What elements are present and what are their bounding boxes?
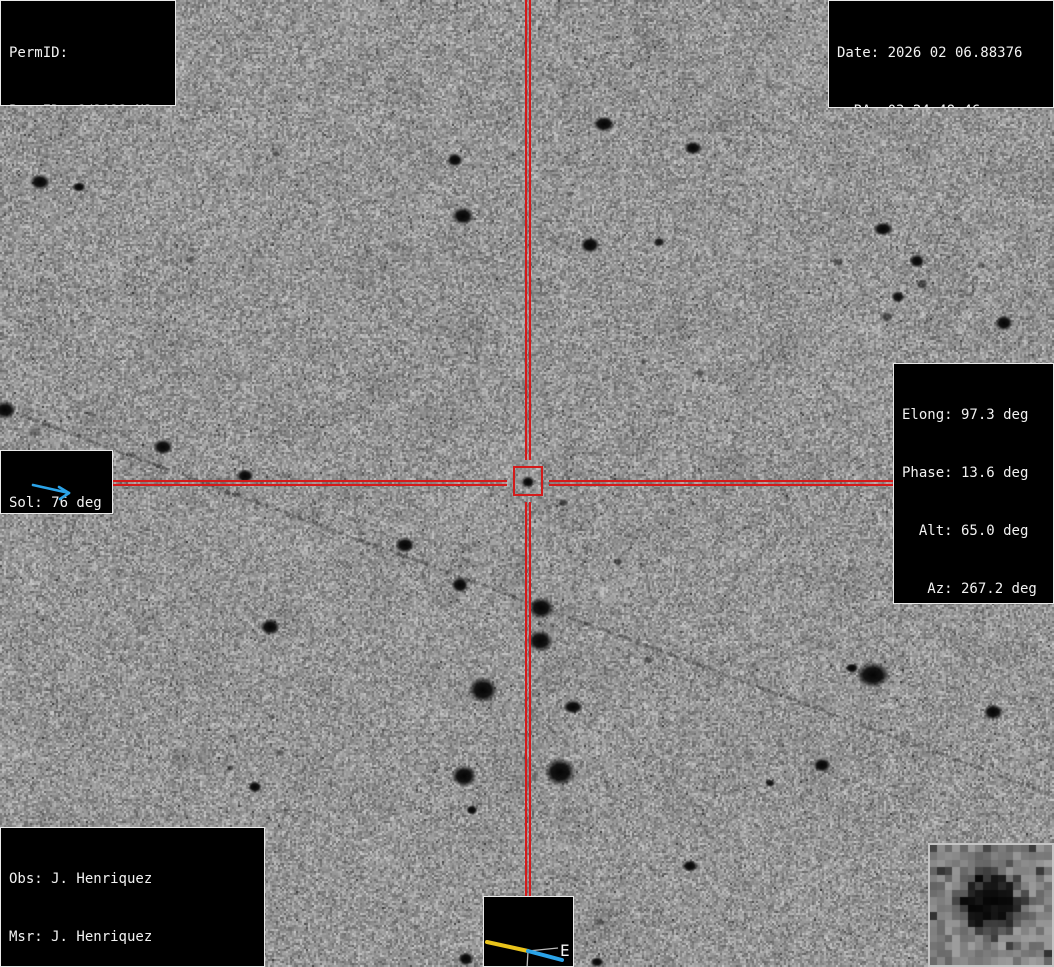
row-value: 2026 02 06.88376 [888, 45, 1023, 61]
sun-direction-arrow-icon [23, 477, 87, 505]
row-value: 65.0 deg [961, 523, 1028, 539]
row-value: J. Henriquez [51, 929, 152, 945]
sun-angle-panel: Sol:76 deg [0, 450, 113, 514]
row-permid: PermID: [9, 44, 167, 63]
row-label: PermID: [9, 44, 68, 63]
astro-image-viewer: PermID: ProvID:C/2022 N2 TrkSub: Speed:0… [0, 0, 1054, 967]
row-elong: Elong: 97.3 deg [902, 406, 1045, 425]
motion-vector-icon [528, 951, 562, 960]
observation-panel: Date:2026 02 06.88376 RA:03 24 48.46 Dec… [828, 0, 1054, 108]
row-label: Elong: [902, 406, 953, 425]
compass-panel: E N [483, 896, 574, 967]
row-value: C/2022 N2 [76, 103, 152, 106]
row-label: ProvID: [9, 102, 68, 106]
target-info-panel: PermID: ProvID:C/2022 N2 TrkSub: Speed:0… [0, 0, 176, 106]
sun-vector-icon [487, 942, 528, 951]
row-value: 13.6 deg [961, 465, 1028, 481]
row-value: 97.3 deg [961, 407, 1028, 423]
row-label: RA: [837, 102, 879, 108]
north-axis-line [526, 951, 528, 967]
east-label: E [560, 941, 570, 960]
row-label: Phase: [902, 464, 953, 483]
target-stamp-canvas [930, 845, 1052, 965]
row-az: Az: 267.2 deg [902, 580, 1045, 599]
row-value: 03 24 48.46 [888, 103, 981, 108]
row-value: J. Henriquez [51, 871, 152, 887]
row-phase: Phase: 13.6 deg [902, 464, 1045, 483]
row-label: Msr: [9, 928, 43, 947]
row-label: Az: [902, 580, 953, 599]
row-msr: Msr: J. Henriquez [9, 928, 256, 947]
row-label: Alt: [902, 522, 953, 541]
target-zoom-inset [928, 843, 1054, 967]
row-date: Date: 2026 02 06.88376 [837, 44, 1045, 63]
row-alt: Alt: 65.0 deg [902, 522, 1045, 541]
row-provid: ProvID: C/2022 N2 [9, 102, 167, 106]
row-value: 267.2 deg [961, 581, 1037, 597]
ephemeris-panel: Elong: 97.3 deg Phase: 13.6 deg Alt: 65.0 d… [893, 363, 1054, 604]
row-obs: Obs: J. Henriquez [9, 870, 256, 889]
row-label: Date: [837, 44, 879, 63]
row-label: Obs: [9, 870, 43, 889]
row-ra: RA: 03 24 48.46 [837, 102, 1045, 108]
observer-panel: Obs:J. Henriquez Msr:J. Henriquez Stn:J5… [0, 827, 265, 967]
